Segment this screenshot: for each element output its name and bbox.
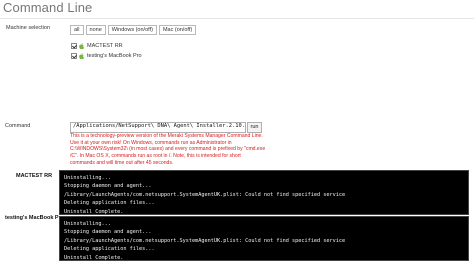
warning-message: This is a technology-preview version of … bbox=[70, 133, 266, 166]
machine-filter-group: all none Windows (on/off) Mac (on/off) bbox=[70, 25, 198, 35]
output-line: Stopping daemon and agent... bbox=[64, 183, 152, 190]
run-button[interactable]: run bbox=[247, 122, 262, 133]
filter-all-button[interactable]: all bbox=[70, 25, 84, 35]
machine-list: MACTEST RR testing's MacBook Pro bbox=[71, 41, 142, 61]
output-line: /Library/LaunchAgents/com.netsupport.Sys… bbox=[64, 237, 346, 244]
machine-name: testing's MacBook Pro bbox=[87, 52, 142, 59]
machine-checkbox[interactable] bbox=[71, 42, 77, 49]
apple-icon bbox=[79, 52, 85, 59]
output-line: Uninstalling... bbox=[64, 221, 111, 227]
machine-row: MACTEST RR bbox=[71, 41, 142, 50]
terminal-output: Uninstalling... Stopping daemon and agent… bbox=[59, 216, 469, 261]
machine-name: MACTEST RR bbox=[87, 42, 123, 49]
machine-row: testing's MacBook Pro bbox=[71, 51, 142, 60]
machine-checkbox[interactable] bbox=[71, 52, 77, 59]
result-machine-label: testing's MacBook Pro bbox=[5, 215, 65, 221]
output-line: Uninstall Complete. bbox=[64, 208, 124, 215]
output-line: Uninstall Complete. bbox=[64, 254, 124, 261]
page-title: Command Line bbox=[3, 0, 93, 15]
output-line: Uninstalling... bbox=[64, 175, 111, 181]
output-line: Deleting application files... bbox=[64, 200, 155, 207]
command-input[interactable]: /Applications/NetSupport\ DNA\ Agent\ In… bbox=[70, 122, 246, 133]
command-label: Command bbox=[5, 123, 31, 129]
filter-none-button[interactable]: none bbox=[85, 25, 106, 35]
filter-mac-toggle-button[interactable]: Mac (on/off) bbox=[158, 25, 197, 35]
title-divider bbox=[0, 18, 474, 19]
apple-icon bbox=[79, 42, 85, 49]
filter-windows-toggle-button[interactable]: Windows (on/off) bbox=[107, 25, 157, 35]
output-line: /Library/LaunchAgents/com.netsupport.Sys… bbox=[64, 191, 346, 198]
output-line: Deleting application files... bbox=[64, 246, 155, 253]
machine-selection-label: Machine selection bbox=[6, 25, 51, 31]
output-line: Stopping daemon and agent... bbox=[64, 229, 152, 236]
terminal-output: Uninstalling... Stopping daemon and agent… bbox=[59, 170, 469, 215]
result-machine-label: MACTEST RR bbox=[16, 173, 53, 179]
